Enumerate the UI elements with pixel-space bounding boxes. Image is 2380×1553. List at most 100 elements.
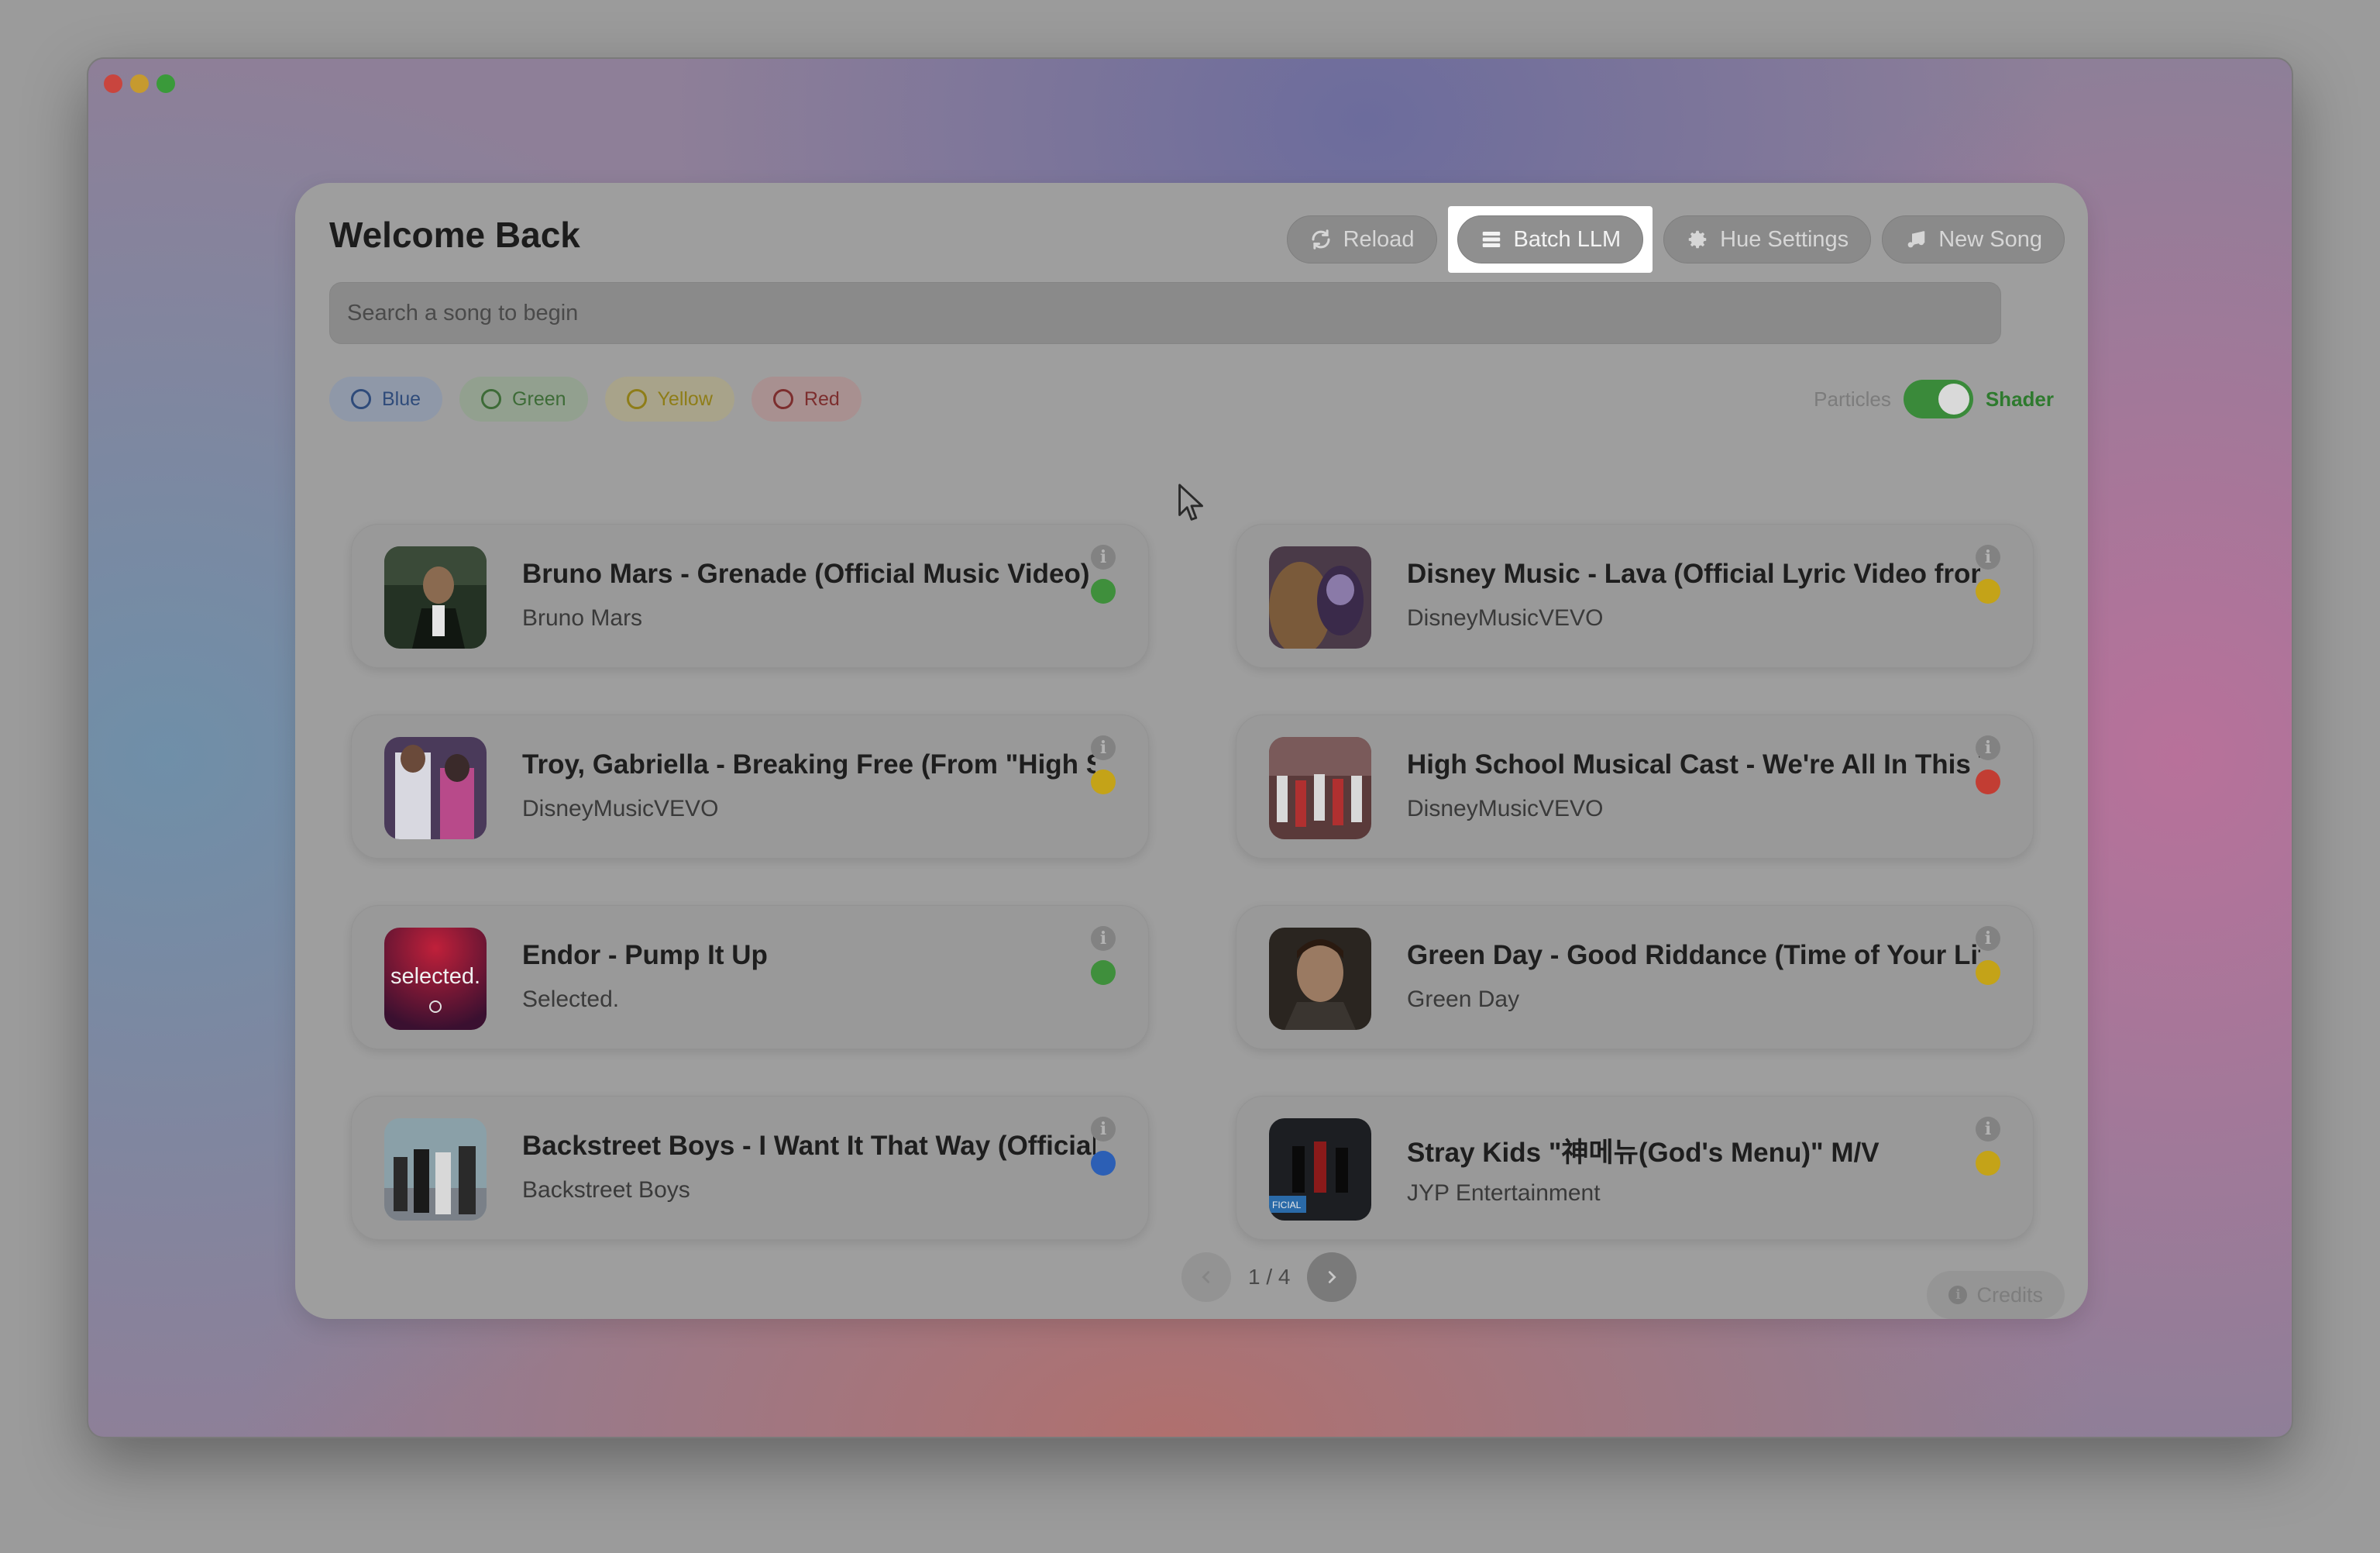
render-mode-toggle-area: Particles Shader (1814, 380, 2054, 418)
filter-blue-label: Blue (382, 387, 421, 410)
song-card[interactable]: Green Day - Good Riddance (Time of Your … (1236, 905, 2034, 1049)
song-card[interactable]: selected. Endor - Pump It Up Selected. i (351, 905, 1149, 1049)
new-song-button[interactable]: New Song (1882, 215, 2065, 263)
batch-llm-highlight: Batch LLM (1447, 206, 1653, 273)
info-icon: i (1948, 1286, 1968, 1304)
radio-circle-icon (626, 389, 647, 409)
filter-green-label: Green (512, 387, 566, 410)
toolbar: Reload Batch LLM Hue Settings New Song (1286, 206, 2065, 273)
hue-status-dot (1976, 960, 2000, 985)
refresh-icon (1312, 229, 1330, 250)
gear-icon (1688, 230, 1707, 249)
switch-knob (1938, 384, 1969, 415)
song-thumbnail (1269, 928, 1371, 1030)
song-title: Backstreet Boys - I Want It That Way (Of… (522, 1131, 1095, 1161)
info-icon[interactable]: i (1091, 545, 1116, 570)
hue-status-dot (1976, 770, 2000, 794)
song-artist: JYP Entertainment (1407, 1180, 1601, 1206)
song-thumbnail (384, 1118, 487, 1221)
song-thumbnail (1269, 546, 1371, 649)
credits-label: Credits (1976, 1283, 2043, 1307)
song-title: High School Musical Cast - We're All In … (1407, 749, 1980, 780)
music-note-icon (1907, 231, 1925, 248)
close-window-button[interactable] (104, 74, 122, 93)
info-icon[interactable]: i (1976, 1117, 2000, 1142)
filter-green[interactable]: Green (459, 377, 588, 422)
next-page-button[interactable] (1307, 1252, 1357, 1302)
filter-blue[interactable]: Blue (329, 377, 443, 422)
info-icon[interactable]: i (1976, 545, 2000, 570)
song-card[interactable]: Backstreet Boys - I Want It That Way (Of… (351, 1096, 1149, 1240)
credits-button[interactable]: i Credits (1927, 1271, 2065, 1319)
filter-red-label: Red (803, 387, 840, 410)
thumbnail-text: FICIAL (1272, 1200, 1302, 1210)
song-artist: DisneyMusicVEVO (1407, 605, 1604, 631)
info-icon[interactable]: i (1976, 735, 2000, 760)
chevron-left-icon (1202, 1271, 1210, 1283)
hue-status-dot (1091, 960, 1116, 985)
song-thumbnail (384, 737, 487, 839)
song-title: Troy, Gabriella - Breaking Free (From "H… (522, 749, 1095, 780)
hue-status-dot (1091, 1151, 1116, 1176)
hue-status-dot (1091, 579, 1116, 604)
song-card[interactable]: Disney Music - Lava (Official Lyric Vide… (1236, 524, 2034, 668)
new-song-label: New Song (1938, 226, 2042, 252)
app-window: Welcome Back Reload Batch LLM Hue Settin… (87, 57, 2293, 1438)
particles-label: Particles (1814, 387, 1891, 411)
song-title: Disney Music - Lava (Official Lyric Vide… (1407, 559, 1980, 589)
song-artist: Bruno Mars (522, 605, 643, 631)
search-input[interactable]: Search a song to begin (329, 282, 2001, 344)
song-artist: Backstreet Boys (522, 1177, 690, 1203)
song-title: Endor - Pump It Up (522, 940, 768, 970)
radio-circle-icon (772, 389, 793, 409)
radio-circle-icon (351, 389, 371, 409)
song-thumbnail: selected. (384, 928, 487, 1030)
radio-circle-icon (481, 389, 502, 409)
song-card[interactable]: High School Musical Cast - We're All In … (1236, 715, 2034, 859)
hue-filters: Blue Green Yellow Red (329, 377, 862, 422)
song-artist: Green Day (1407, 987, 1520, 1012)
filter-red[interactable]: Red (751, 377, 862, 422)
reload-button[interactable]: Reload (1286, 215, 1437, 263)
search-placeholder: Search a song to begin (347, 300, 579, 325)
info-icon[interactable]: i (1091, 926, 1116, 951)
song-artist: Selected. (522, 987, 620, 1012)
maximize-window-button[interactable] (156, 74, 175, 93)
filter-yellow[interactable]: Yellow (604, 377, 734, 422)
hue-status-dot (1976, 1151, 2000, 1176)
render-mode-switch[interactable] (1903, 380, 1973, 418)
song-card[interactable]: FICIAL Stray Kids "神메뉴(God's Menu)" M/V … (1236, 1096, 2034, 1240)
song-artist: DisneyMusicVEVO (1407, 796, 1604, 821)
window-controls (104, 74, 175, 93)
song-thumbnail (384, 546, 487, 649)
chevron-right-icon (1329, 1271, 1337, 1283)
hue-status-dot (1976, 579, 2000, 604)
shader-label: Shader (1985, 387, 2054, 411)
hue-settings-button[interactable]: Hue Settings (1663, 215, 1872, 263)
minimize-window-button[interactable] (130, 74, 149, 93)
page-indicator: 1 / 4 (1248, 1265, 1291, 1289)
page-title: Welcome Back (329, 215, 580, 255)
song-card[interactable]: Troy, Gabriella - Breaking Free (From "H… (351, 715, 1149, 859)
main-panel: Welcome Back Reload Batch LLM Hue Settin… (295, 183, 2088, 1319)
hue-settings-label: Hue Settings (1720, 226, 1849, 252)
batch-llm-label: Batch LLM (1513, 226, 1622, 252)
reload-label: Reload (1343, 226, 1415, 252)
song-thumbnail (1269, 737, 1371, 839)
info-icon[interactable]: i (1091, 1117, 1116, 1142)
info-icon[interactable]: i (1091, 735, 1116, 760)
hue-status-dot (1091, 770, 1116, 794)
song-title: Stray Kids "神메뉴(God's Menu)" M/V (1407, 1138, 1880, 1168)
pagination: 1 / 4 (1181, 1252, 1357, 1302)
song-title: Bruno Mars - Grenade (Official Music Vid… (522, 559, 1090, 589)
info-icon[interactable]: i (1976, 926, 2000, 951)
list-icon (1482, 232, 1500, 247)
song-thumbnail: FICIAL (1269, 1118, 1371, 1221)
filter-yellow-label: Yellow (657, 387, 713, 410)
song-card[interactable]: Bruno Mars - Grenade (Official Music Vid… (351, 524, 1149, 668)
previous-page-button[interactable] (1181, 1252, 1231, 1302)
selected-logo-text: selected. (390, 964, 480, 989)
song-artist: DisneyMusicVEVO (522, 796, 719, 821)
batch-llm-button[interactable]: Batch LLM (1457, 215, 1644, 263)
mouse-cursor-icon (1178, 484, 1203, 521)
